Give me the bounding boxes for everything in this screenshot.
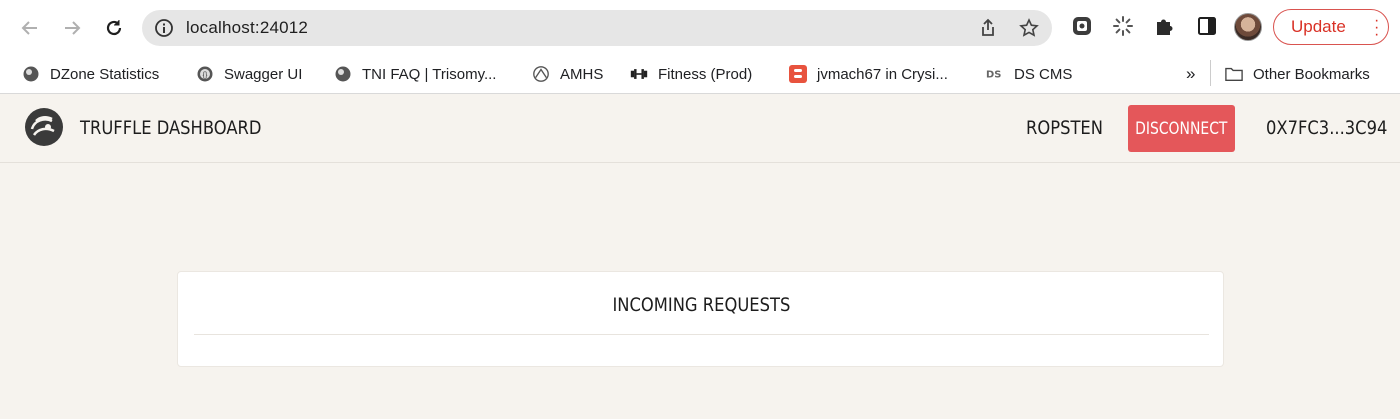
account-address: 0X7FC3...3C94 <box>1266 117 1388 139</box>
svg-text:DS: DS <box>986 70 1001 81</box>
bookmark-label: Swagger UI <box>224 65 303 83</box>
swagger-icon: {} <box>196 65 214 83</box>
amhs-icon <box>532 65 550 83</box>
bookmark-fitness[interactable]: Fitness (Prod) <box>630 60 752 88</box>
other-bookmarks-folder[interactable]: Other Bookmarks <box>1225 60 1370 88</box>
disconnect-label: DISCONNECT <box>1135 118 1228 139</box>
update-button[interactable]: Update · · · <box>1273 9 1389 45</box>
disconnect-button[interactable]: DISCONNECT <box>1128 105 1235 152</box>
kebab-menu-icon[interactable]: · · · <box>1374 13 1379 43</box>
bookmark-label: TNI FAQ | Trisomy... <box>362 65 497 83</box>
bookmark-label: DS CMS <box>1014 65 1073 83</box>
bookmark-star-icon[interactable] <box>1019 18 1039 38</box>
globe-icon <box>334 65 352 83</box>
bookmark-label: Other Bookmarks <box>1253 65 1370 83</box>
reload-icon <box>106 20 122 36</box>
share-icon[interactable] <box>978 18 998 38</box>
loading-spinner-extension[interactable] <box>1111 14 1135 38</box>
extension-icon[interactable] <box>1070 14 1094 38</box>
browser-toolbar: localhost:24012 Update · · · <box>0 0 1400 56</box>
forward-arrow-icon <box>65 21 81 35</box>
address-bar[interactable]: localhost:24012 <box>142 10 1052 46</box>
url-text[interactable]: localhost:24012 <box>186 18 308 38</box>
forward-button[interactable] <box>56 12 88 44</box>
bookmark-dzone[interactable]: DZone Statistics <box>22 60 159 88</box>
bookmark-label: AMHS <box>560 65 604 83</box>
profile-avatar[interactable] <box>1234 13 1262 41</box>
spinner-icon <box>1113 16 1133 36</box>
bookmark-label: DZone Statistics <box>50 65 160 83</box>
truffle-logo-icon <box>25 108 63 146</box>
card-title-text: INCOMING REQUESTS <box>612 294 791 316</box>
extensions-button[interactable] <box>1152 14 1176 38</box>
svg-text:{}: {} <box>203 72 208 79</box>
bookmark-amhs[interactable]: AMHS <box>532 60 603 88</box>
bookmark-label: Fitness (Prod) <box>658 65 753 83</box>
reload-button[interactable] <box>98 12 130 44</box>
bookmark-tni-faq[interactable]: TNI FAQ | Trisomy... <box>334 60 496 88</box>
card-title: INCOMING REQUESTS <box>178 294 1225 316</box>
update-label: Update <box>1291 17 1346 36</box>
back-arrow-icon <box>21 21 37 35</box>
card-divider <box>194 334 1209 335</box>
side-panel-button[interactable] <box>1195 14 1219 38</box>
extension-app-icon <box>1073 17 1091 35</box>
site-info-icon[interactable] <box>154 18 174 38</box>
ds-icon: DS <box>986 65 1004 83</box>
side-panel-icon <box>1198 17 1216 35</box>
globe-icon <box>22 65 40 83</box>
back-button[interactable] <box>14 12 46 44</box>
bookmarks-bar: DZone Statistics {} Swagger UI TNI FAQ |… <box>0 56 1400 94</box>
app-title: TRUFFLE DASHBOARD <box>80 117 262 139</box>
bookmarks-overflow-button[interactable]: » <box>1186 60 1195 88</box>
puzzle-icon <box>1157 19 1173 35</box>
folder-icon <box>1225 65 1243 83</box>
incoming-requests-card: INCOMING REQUESTS <box>177 271 1224 367</box>
bookmark-jvmach67[interactable]: jvmach67 in Crysi... <box>789 60 948 88</box>
network-name: ROPSTEN <box>1026 117 1103 139</box>
bookmark-label: jvmach67 in Crysi... <box>817 65 948 83</box>
bookmark-ds-cms[interactable]: DS DS CMS <box>986 60 1072 88</box>
overflow-chevron-icon: » <box>1186 64 1196 83</box>
app-header: TRUFFLE DASHBOARD ROPSTEN DISCONNECT 0X7… <box>0 95 1400 163</box>
bookmarks-separator <box>1210 60 1211 86</box>
bookmark-swagger[interactable]: {} Swagger UI <box>196 60 302 88</box>
blogger-icon <box>789 65 807 83</box>
dumbbell-icon <box>630 65 648 83</box>
